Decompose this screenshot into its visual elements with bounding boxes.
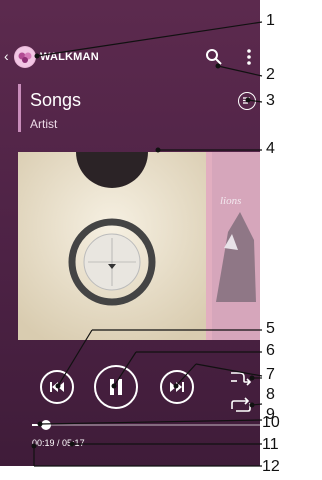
callout-2: 2 — [266, 66, 275, 83]
callout-8: 8 — [266, 386, 275, 403]
callout-4: 4 — [266, 140, 275, 157]
callout-10: 10 — [262, 414, 280, 431]
callout-12: 12 — [262, 458, 280, 475]
callout-3: 3 — [266, 92, 275, 109]
callout-5: 5 — [266, 320, 275, 337]
callout-11: 11 — [262, 436, 279, 453]
callout-6: 6 — [266, 342, 275, 359]
callout-7: 7 — [266, 366, 275, 383]
callout-1: 1 — [266, 12, 275, 29]
